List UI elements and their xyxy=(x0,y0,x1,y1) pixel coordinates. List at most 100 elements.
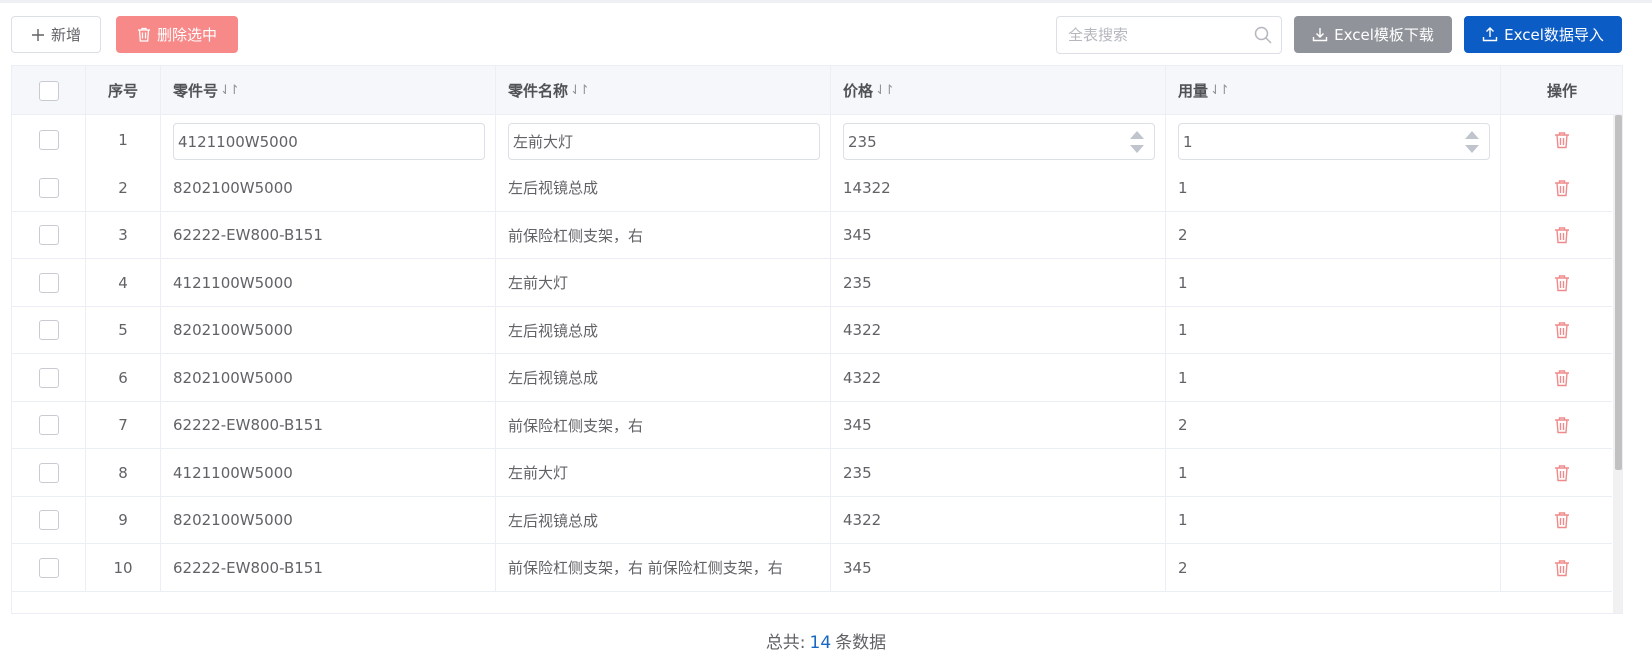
header-usage-label: 用量 xyxy=(1178,82,1209,100)
stepper-down-icon[interactable] xyxy=(1465,145,1479,153)
price-cell: 4322 xyxy=(831,306,1166,354)
row-checkbox[interactable] xyxy=(38,320,59,340)
stepper-up-icon[interactable] xyxy=(1465,131,1479,139)
row-checkbox[interactable] xyxy=(38,367,59,388)
search-icon[interactable] xyxy=(1253,25,1273,45)
stepper-up-icon[interactable] xyxy=(1130,131,1144,139)
table-row: 2 8202100W5000 左后视镜总成 14322 1 xyxy=(12,164,1612,212)
usage-stepper[interactable] xyxy=(1465,129,1479,155)
row-checkbox[interactable] xyxy=(38,129,59,150)
table-search xyxy=(1056,16,1282,54)
usage-cell: 2 xyxy=(1166,544,1501,591)
delete-row-icon[interactable] xyxy=(1554,131,1570,149)
part-name-cell: 前保险杠侧支架，右 xyxy=(496,401,831,449)
row-action-cell xyxy=(1501,212,1622,259)
header-part-no[interactable]: 零件号 ⇃↾ xyxy=(161,66,496,115)
header-index-label: 序号 xyxy=(107,82,138,100)
part-name-cell: 左后视镜总成 xyxy=(496,164,831,211)
excel-import-label: Excel数据导入 xyxy=(1504,26,1604,44)
select-all-checkbox[interactable] xyxy=(38,80,59,101)
row-action-cell xyxy=(1501,307,1622,354)
row-checkbox[interactable] xyxy=(38,177,59,198)
sort-icon[interactable]: ⇃↾ xyxy=(875,83,895,98)
row-checkbox[interactable] xyxy=(38,225,59,245)
header-price[interactable]: 价格 ⇃↾ xyxy=(831,66,1166,115)
excel-template-download-button[interactable]: Excel模板下载 xyxy=(1294,16,1452,53)
table-scrollbar[interactable] xyxy=(1613,115,1622,613)
part-no-cell: 62222-EW800-B151 xyxy=(161,401,496,449)
header-part-name[interactable]: 零件名称 ⇃↾ xyxy=(496,66,831,115)
price-cell: 14322 xyxy=(831,164,1166,211)
part-name-cell: 左后视镜总成 xyxy=(496,496,831,544)
delete-row-icon[interactable] xyxy=(1554,416,1570,434)
delete-selected-label: 删除选中 xyxy=(156,26,217,44)
row-index: 1 xyxy=(86,115,161,164)
header-usage[interactable]: 用量 ⇃↾ xyxy=(1166,66,1501,115)
scrollbar-thumb[interactable] xyxy=(1615,115,1622,470)
sort-icon[interactable]: ⇃↾ xyxy=(1210,83,1230,98)
row-checkbox[interactable] xyxy=(38,462,59,483)
price-cell: 345 xyxy=(831,401,1166,449)
delete-selected-button[interactable]: 删除选中 xyxy=(116,16,238,53)
usage-cell: 2 xyxy=(1166,401,1501,449)
delete-row-icon[interactable] xyxy=(1554,369,1570,387)
toolbar: 新增 删除选中 Excel模板下载 Excel数据导入 xyxy=(11,13,1631,54)
part-no-cell: 4121100W5000 xyxy=(161,115,496,164)
add-button-label: 新增 xyxy=(50,26,81,44)
row-action-cell xyxy=(1501,402,1622,449)
row-checkbox[interactable] xyxy=(38,415,59,435)
price-cell: 4322 xyxy=(831,354,1166,401)
part-name-cell: 左后视镜总成 xyxy=(496,354,831,401)
parts-table: 序号 零件号 ⇃↾ 零件名称 ⇃↾ 价格 ⇃↾ 用量 ⇃↾ 操作 1 4121100W5… xyxy=(11,65,1623,614)
usage-input[interactable]: 1 xyxy=(1178,123,1490,160)
part-no-input[interactable]: 4121100W5000 xyxy=(173,123,485,160)
price-cell: 345 xyxy=(831,211,1166,259)
part-name-cell: 前保险杠侧支架，右 xyxy=(496,211,831,259)
stepper-down-icon[interactable] xyxy=(1130,145,1144,153)
delete-row-icon[interactable] xyxy=(1554,179,1570,197)
row-checkbox[interactable] xyxy=(38,557,59,578)
sort-icon[interactable]: ⇃↾ xyxy=(570,83,590,98)
row-checkbox[interactable] xyxy=(38,272,59,293)
header-action: 操作 xyxy=(1501,66,1622,115)
part-name-cell: 左后视镜总成 xyxy=(496,306,831,354)
header-part-no-label: 零件号 xyxy=(173,82,219,100)
price-cell: 345 xyxy=(831,544,1166,591)
price-cell: 235 xyxy=(831,259,1166,306)
usage-cell: 1 xyxy=(1166,354,1501,401)
sort-icon[interactable]: ⇃↾ xyxy=(220,83,240,98)
price-cell: 235 xyxy=(831,449,1166,496)
header-action-label: 操作 xyxy=(1546,82,1577,100)
usage-cell: 1 xyxy=(1166,496,1501,544)
price-input[interactable]: 235 xyxy=(843,123,1155,160)
row-index: 3 xyxy=(86,211,161,259)
add-button[interactable]: 新增 xyxy=(11,16,101,53)
delete-row-icon[interactable] xyxy=(1554,511,1570,529)
delete-row-icon[interactable] xyxy=(1554,321,1570,339)
row-index: 8 xyxy=(86,449,161,496)
footer-suffix: 条数据 xyxy=(835,633,887,653)
header-price-label: 价格 xyxy=(843,82,874,100)
delete-row-icon[interactable] xyxy=(1554,464,1570,482)
delete-row-icon[interactable] xyxy=(1554,226,1570,244)
part-name-cell: 左前大灯 xyxy=(496,259,831,306)
part-name-input[interactable]: 左前大灯 xyxy=(508,123,820,160)
table-row: 7 62222-EW800-B151 前保险杠侧支架，右 345 2 xyxy=(12,401,1612,449)
row-action-cell xyxy=(1501,164,1622,211)
row-index: 10 xyxy=(86,544,161,591)
row-action-cell xyxy=(1501,544,1622,591)
part-no-cell: 4121100W5000 xyxy=(161,449,496,496)
search-input[interactable] xyxy=(1057,17,1247,53)
excel-import-button[interactable]: Excel数据导入 xyxy=(1464,16,1622,53)
row-index: 2 xyxy=(86,164,161,211)
row-select-cell xyxy=(12,496,86,544)
part-no-cell: 8202100W5000 xyxy=(161,496,496,544)
row-index: 6 xyxy=(86,354,161,401)
price-value: 235 xyxy=(848,132,877,151)
page: 新增 删除选中 Excel模板下载 Excel数据导入 序号 零件号⇃↾ 零件名… xyxy=(0,0,1652,670)
delete-row-icon[interactable] xyxy=(1554,274,1570,292)
row-checkbox[interactable] xyxy=(38,510,59,530)
row-action-cell xyxy=(1501,259,1622,306)
price-stepper[interactable] xyxy=(1130,129,1144,155)
delete-row-icon[interactable] xyxy=(1554,559,1570,577)
